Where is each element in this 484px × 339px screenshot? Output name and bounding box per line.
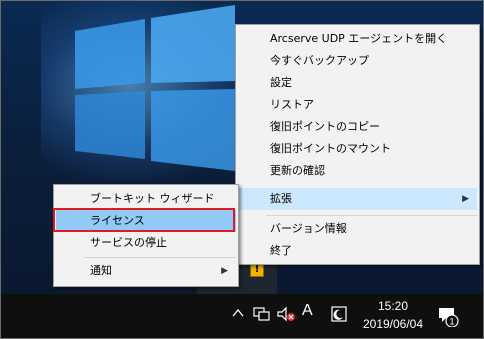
notification-count: 1	[449, 317, 454, 327]
ime-mode-indicator[interactable]: A	[302, 302, 313, 320]
action-center-icon[interactable]: 1	[437, 305, 459, 327]
menu-item-check-updates[interactable]: 更新の確認	[238, 160, 477, 182]
arcserve-context-menu: Arcserve UDP エージェントを開く 今すぐバックアップ 設定 リストア…	[235, 24, 480, 265]
submenu-arrow-icon: ▶	[462, 194, 469, 204]
submenu-item-stop-service[interactable]: サービスの停止	[56, 232, 236, 254]
menu-item-version-info[interactable]: バージョン情報	[238, 218, 477, 240]
menu-item-exit[interactable]: 終了	[238, 240, 477, 262]
network-icon[interactable]	[253, 306, 271, 322]
menu-item-restore[interactable]: リストア	[238, 94, 477, 116]
menu-item-advanced[interactable]: 拡張 ▶	[238, 188, 477, 210]
menu-separator	[266, 215, 477, 216]
volume-muted-icon[interactable]	[277, 306, 297, 322]
clock-date: 2019/06/04	[362, 317, 424, 331]
menu-item-open-agent[interactable]: Arcserve UDP エージェントを開く	[238, 28, 477, 50]
taskbar-clock[interactable]: 15:20 2019/06/04	[357, 297, 429, 333]
submenu-separator	[84, 257, 236, 258]
menu-item-copy-recovery-point[interactable]: 復旧ポイントのコピー	[238, 116, 477, 138]
submenu-item-notifications-label: 通知	[90, 264, 112, 277]
arcserve-warning-icon[interactable]: !	[250, 263, 264, 277]
chevron-up-icon[interactable]	[231, 306, 245, 320]
clock-time: 15:20	[377, 299, 409, 313]
menu-item-mount-recovery-point[interactable]: 復旧ポイントのマウント	[238, 138, 477, 160]
submenu-item-bootkit-wizard[interactable]: ブートキット ウィザード	[56, 188, 236, 210]
menu-item-settings[interactable]: 設定	[238, 72, 477, 94]
submenu-item-notifications[interactable]: 通知 ▶	[56, 260, 236, 282]
menu-item-advanced-label: 拡張	[270, 192, 292, 205]
selection-highlight-box	[53, 208, 235, 232]
advanced-submenu: ブートキット ウィザード ライセンス サービスの停止 通知 ▶	[53, 184, 239, 287]
submenu-arrow-icon: ▶	[221, 266, 228, 276]
night-light-icon[interactable]	[331, 306, 347, 322]
screen: ! A 15:20 2019/06/04 1 Arcserve UDP エージェ…	[0, 0, 484, 339]
menu-item-backup-now[interactable]: 今すぐバックアップ	[238, 50, 477, 72]
windows-logo-wallpaper	[75, 5, 235, 171]
